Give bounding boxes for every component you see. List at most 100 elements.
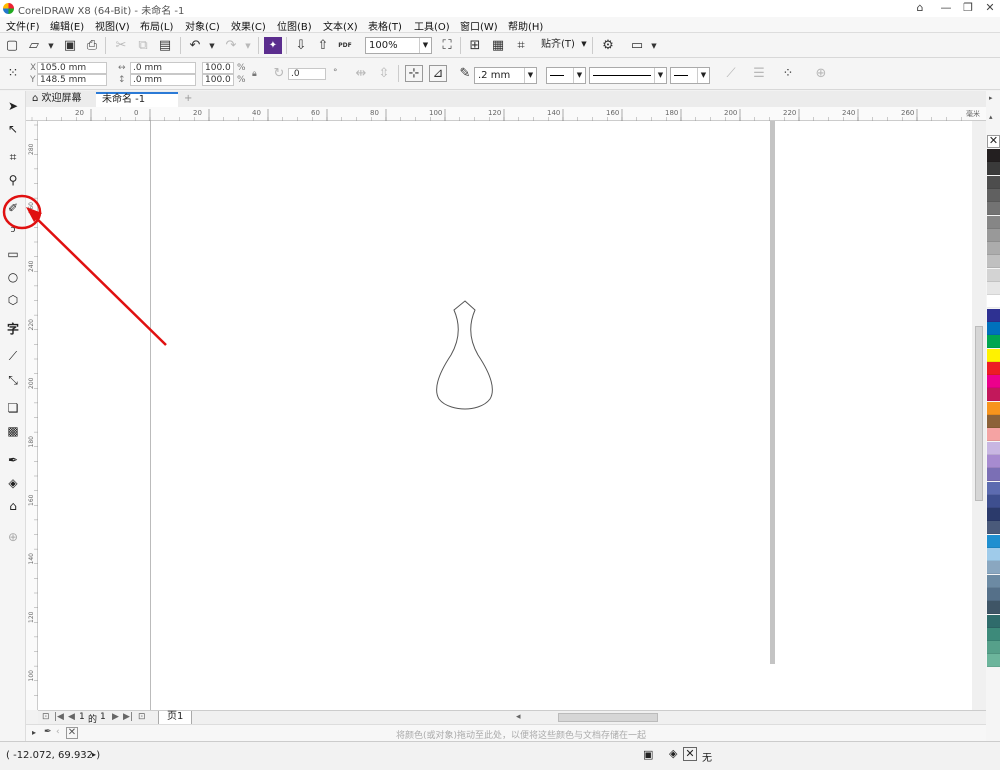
vertical-ruler[interactable]: 2802602402202001801601401201008060 — [26, 121, 38, 740]
new-document-icon[interactable]: ▢ — [3, 37, 21, 54]
color-proof-icon[interactable]: ▣ — [643, 748, 653, 761]
color-swatch[interactable] — [987, 627, 1000, 641]
color-swatch[interactable] — [987, 228, 1000, 242]
parallel-dimension-tool-icon[interactable]: ⟋ — [4, 347, 22, 365]
color-swatch[interactable] — [987, 494, 1000, 508]
freehand-tool-icon[interactable]: ✐ — [4, 199, 22, 217]
color-swatch[interactable] — [987, 335, 1000, 349]
mirror-vertical-icon[interactable]: ⇳ — [375, 65, 393, 82]
redo-icon[interactable]: ↷ — [222, 37, 240, 54]
cut-icon[interactable]: ✂ — [112, 37, 130, 54]
color-swatch[interactable] — [987, 428, 1000, 442]
rotation-angle-field[interactable]: .0 — [288, 68, 326, 80]
close-curve-icon[interactable]: ⟋ — [722, 65, 740, 82]
scale-x-field[interactable]: 100.0 — [202, 62, 234, 74]
snap-to-nodes-icon[interactable]: ⊹ — [405, 65, 423, 82]
height-field[interactable]: .0 mm — [130, 74, 196, 86]
color-swatch[interactable] — [987, 308, 1000, 322]
show-rulers-icon[interactable]: ⊞ — [466, 37, 484, 54]
page-tab-1[interactable]: 页1 — [158, 711, 193, 725]
show-guidelines-icon[interactable]: ⌗ — [512, 37, 530, 54]
page-first-arrow-icon[interactable]: |◀ — [54, 712, 64, 722]
color-swatch[interactable] — [987, 215, 1000, 229]
selection-handles-icon[interactable]: ⁘ — [779, 65, 797, 82]
smart-fill-tool-icon[interactable]: ⌂ — [4, 497, 22, 515]
close-icon[interactable]: ✕ — [980, 0, 1000, 16]
line-style-combo[interactable]: ▼ — [589, 67, 667, 84]
color-swatch[interactable] — [987, 321, 1000, 335]
export-icon[interactable]: ⇧ — [314, 37, 332, 54]
save-icon[interactable]: ▣ — [61, 37, 79, 54]
palette-scroll-up-icon[interactable]: ▸ — [989, 94, 993, 102]
vertical-scrollbar-thumb[interactable] — [975, 326, 983, 501]
transparency-tool-icon[interactable]: ▩ — [4, 422, 22, 440]
menu-table[interactable]: 表格(T) — [368, 18, 402, 33]
artistic-media-tool-icon[interactable]: ↄ — [4, 221, 22, 239]
color-swatch[interactable] — [987, 641, 1000, 655]
mirror-horizontal-icon[interactable]: ⇹ — [352, 65, 370, 82]
fill-none-icon[interactable]: ✕ — [683, 747, 697, 761]
add-page-icon[interactable]: ⊡ — [138, 712, 146, 722]
menu-edit[interactable]: 编辑(E) — [50, 18, 84, 33]
add-icon[interactable]: ⊕ — [812, 65, 830, 82]
no-color-swatch[interactable]: ✕ — [987, 135, 1000, 148]
vase-shape[interactable] — [436, 300, 493, 410]
color-swatch[interactable] — [987, 454, 1000, 468]
document-palette-bar[interactable]: ▸ ✒ ‹ ✕ 将颜色(或对象)拖动至此处，以便将这些颜色与文档存储在一起 — [26, 724, 986, 741]
status-expand-icon[interactable]: ▸ — [92, 750, 96, 759]
color-swatch[interactable] — [987, 601, 1000, 615]
eyedropper-tool-icon[interactable]: ✒ — [4, 451, 22, 469]
connector-tool-icon[interactable]: ⤡ — [4, 371, 22, 389]
add-tool-icon[interactable]: ⊕ — [4, 528, 22, 546]
color-swatch[interactable] — [987, 361, 1000, 375]
menu-layout[interactable]: 布局(L) — [140, 18, 173, 33]
menu-text[interactable]: 文本(X) — [323, 18, 358, 33]
menu-effects[interactable]: 效果(C) — [231, 18, 266, 33]
color-swatch[interactable] — [987, 587, 1000, 601]
horizontal-ruler[interactable]: 20 0 20 40 60 80 100 120 140 160 180 200 220 240 260 毫米 — [26, 107, 986, 121]
color-swatch[interactable] — [987, 441, 1000, 455]
page-first-icon[interactable]: ⊡ — [42, 712, 50, 722]
wrap-text-icon[interactable]: ☰ — [750, 65, 768, 82]
color-swatch[interactable] — [987, 149, 1000, 162]
menu-object[interactable]: 对象(C) — [185, 18, 220, 33]
vertical-scrollbar[interactable] — [972, 121, 986, 710]
pick-tool-icon[interactable]: ➤ — [4, 97, 22, 115]
options-gear-icon[interactable]: ⚙ — [599, 37, 617, 54]
no-color-swatch[interactable]: ✕ — [66, 727, 78, 739]
document-palette-arrow-icon[interactable]: ▸ — [32, 728, 36, 737]
text-tool-icon[interactable]: 字 — [4, 319, 22, 337]
color-swatch[interactable] — [987, 614, 1000, 628]
launcher-dropdown-icon[interactable]: ▼ — [645, 37, 663, 54]
user-icon[interactable]: ⌂ — [910, 0, 930, 16]
color-swatch[interactable] — [987, 401, 1000, 415]
full-screen-icon[interactable]: ⛶ — [438, 37, 456, 54]
menu-view[interactable]: 视图(V) — [95, 18, 130, 33]
start-arrowhead-combo[interactable]: ▼ — [546, 67, 586, 84]
page-next-icon[interactable]: ▶ — [112, 712, 119, 722]
color-swatch[interactable] — [987, 481, 1000, 495]
menu-tools[interactable]: 工具(O) — [414, 18, 450, 33]
interactive-fill-tool-icon[interactable]: ◈ — [4, 474, 22, 492]
drop-shadow-tool-icon[interactable]: ❏ — [4, 399, 22, 417]
minimize-icon[interactable]: — — [936, 0, 956, 16]
eyedropper-icon[interactable]: ✒ — [44, 727, 52, 737]
open-folder-icon[interactable]: ▱ — [25, 37, 43, 54]
menu-window[interactable]: 窗口(W) — [460, 18, 498, 33]
ellipse-tool-icon[interactable]: ○ — [4, 268, 22, 286]
tab-welcome-screen[interactable]: ⌂ 欢迎屏幕 — [26, 92, 92, 107]
palette-back-icon[interactable]: ‹ — [56, 727, 60, 737]
color-swatch[interactable] — [987, 534, 1000, 548]
application-launcher-icon[interactable]: ▭ — [628, 37, 646, 54]
zoom-tool-icon[interactable]: ⚲ — [4, 171, 22, 189]
color-swatch[interactable] — [987, 548, 1000, 561]
palette-scroll-up-arrow-icon[interactable]: ▴ — [989, 113, 993, 121]
restore-icon[interactable]: ❐ — [958, 0, 978, 16]
undo-dropdown-icon[interactable]: ▼ — [203, 37, 221, 54]
color-swatch[interactable] — [987, 375, 1000, 389]
page-prev-icon[interactable]: ◀ — [68, 712, 75, 722]
menu-help[interactable]: 帮助(H) — [508, 18, 543, 33]
color-swatch[interactable] — [987, 175, 1000, 189]
auto-close-curve-icon[interactable]: ⊿ — [429, 65, 447, 82]
paste-icon[interactable]: ▤ — [156, 37, 174, 54]
